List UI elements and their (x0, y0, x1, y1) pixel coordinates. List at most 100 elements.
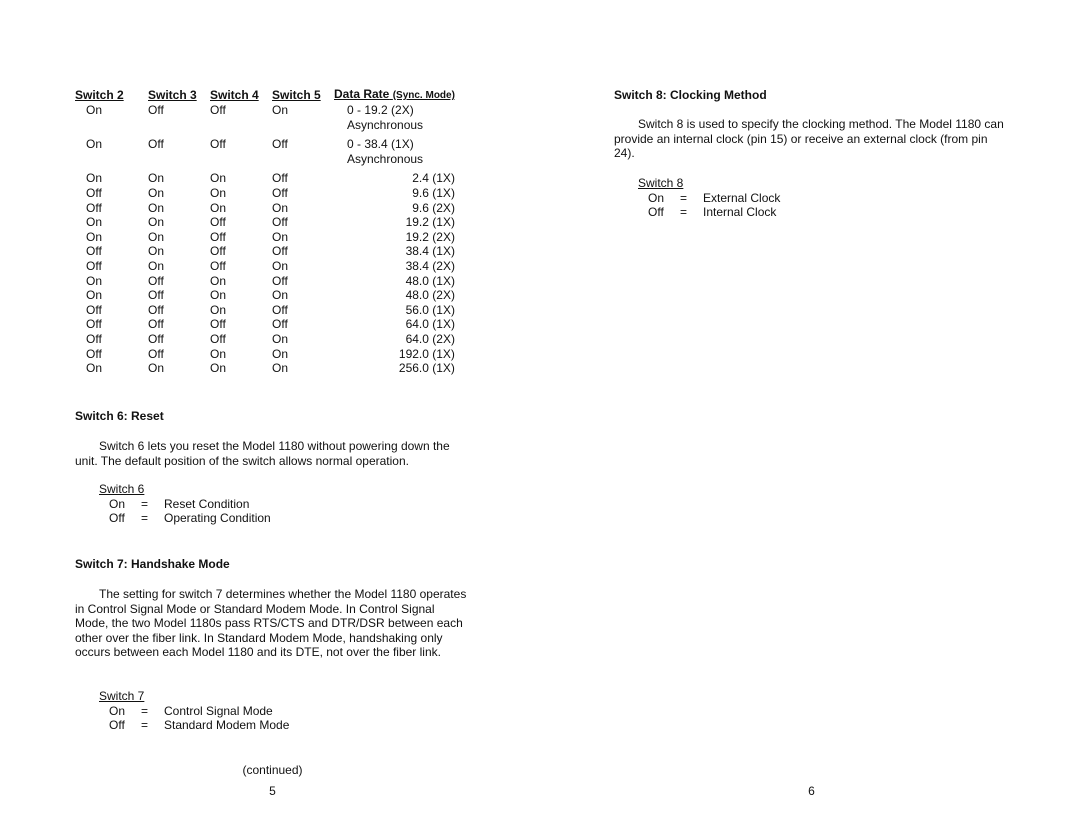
cell-s3: On (148, 361, 165, 376)
cell-s4: On (210, 171, 227, 186)
cell-s4: On (210, 288, 227, 303)
cell-s2: On (86, 288, 103, 303)
cell-s3: Off (148, 288, 164, 303)
legend-key: Off (648, 205, 664, 220)
cell-s5: On (272, 258, 289, 273)
cell-s3: Off (148, 317, 164, 332)
table-body: On Off Off On 0 - 19.2 (2X) Asynchronous On Off… (75, 103, 455, 376)
cell-s2: Off (86, 200, 102, 215)
legend-value: Internal Clock (703, 205, 777, 220)
cell-s5: Off (272, 171, 288, 186)
table-row: On Off Off Off 0 - 38.4 (1X) Asynchronous (75, 132, 455, 166)
cell-s5: On (272, 200, 289, 215)
table-row: Off On On On 9.6 (2X) (75, 201, 455, 216)
switch6-legend: Switch 6 On = Reset Condition Off = Oper… (99, 482, 271, 526)
cell-s3: On (148, 185, 165, 200)
cell-s2: On (86, 171, 103, 186)
switch8-legend: Switch 8 On = External Clock Off = Inter… (638, 176, 780, 220)
cell-s2: Off (86, 185, 102, 200)
legend-equals: = (141, 511, 149, 526)
header-switch-4: Switch 4 (210, 87, 259, 102)
switch6-paragraph: Switch 6 lets you reset the Model 1180 w… (75, 439, 450, 468)
cell-s4: On (210, 273, 227, 288)
cell-s5: On (272, 361, 289, 376)
table-row: Off Off Off On 64.0 (2X) (75, 332, 455, 347)
table-row: On On Off Off 19.2 (1X) (75, 215, 455, 230)
cell-s5: On (272, 288, 289, 303)
cell-s4: On (210, 185, 227, 200)
cell-s2: Off (86, 317, 102, 332)
legend-equals: = (141, 703, 149, 718)
table-row: On On On On 256.0 (1X) (75, 361, 455, 376)
cell-s4: On (210, 302, 227, 317)
legend-value: Operating Condition (164, 511, 271, 526)
cell-s5: Off (272, 215, 288, 230)
legend-equals: = (141, 496, 149, 511)
legend-key: On (109, 496, 126, 511)
continued-label: (continued) (242, 763, 303, 777)
switch7-heading: Switch 7: Handshake Mode (75, 557, 230, 571)
cell-s2: Off (86, 244, 102, 259)
cell-s2: Off (86, 302, 102, 317)
header-data-rate-label: Data Rate (334, 87, 390, 101)
cell-s3: On (148, 215, 165, 230)
legend-equals: = (141, 718, 149, 733)
switch7-legend: Switch 7 On = Control Signal Mode Off = … (99, 689, 289, 733)
header-switch-5: Switch 5 (272, 87, 321, 102)
legend-key: Off (109, 718, 125, 733)
rate-value: 0 - 38.4 (1X) (347, 137, 414, 152)
rate-value: 0 - 19.2 (2X) (347, 103, 414, 117)
cell-data-rate: 48.0 (2X) (405, 288, 455, 303)
cell-s2: Off (86, 346, 102, 361)
rate-note: Asynchronous (347, 117, 424, 132)
legend-row: Off = Internal Clock (638, 205, 780, 220)
header-switch-2: Switch 2 (75, 87, 124, 102)
table-row: On On On Off 2.4 (1X) (75, 166, 455, 186)
switch6-legend-title: Switch 6 (99, 482, 145, 496)
cell-data-rate: 19.2 (2X) (405, 229, 455, 244)
cell-data-rate: 9.6 (2X) (412, 200, 455, 215)
cell-s4: Off (210, 229, 226, 244)
cell-s5: Off (272, 244, 288, 259)
cell-s4: Off (210, 215, 226, 230)
cell-s5: On (272, 229, 289, 244)
cell-data-rate: 9.6 (1X) (412, 185, 455, 200)
legend-equals: = (680, 190, 688, 205)
legend-value: Standard Modem Mode (164, 718, 290, 733)
cell-data-rate: 19.2 (1X) (405, 215, 455, 230)
cell-s5: Off (272, 317, 288, 332)
switch6-heading: Switch 6: Reset (75, 409, 164, 423)
cell-s3: Off (148, 302, 164, 317)
legend-value: Control Signal Mode (164, 703, 273, 718)
cell-s4: Off (210, 331, 226, 346)
legend-key: On (648, 190, 665, 205)
header-data-rate: Data Rate (Sync. Mode) (334, 87, 455, 103)
cell-s3: On (148, 244, 165, 259)
cell-s5: Off (272, 302, 288, 317)
cell-data-rate: 192.0 (1X) (398, 346, 455, 361)
cell-s5: On (272, 103, 289, 117)
switch7-legend-title: Switch 7 (99, 689, 145, 703)
cell-s3: Off (148, 331, 164, 346)
legend-row: On = Reset Condition (99, 497, 271, 512)
table-row: Off Off Off Off 64.0 (1X) (75, 317, 455, 332)
legend-key: On (109, 703, 126, 718)
cell-s4: On (210, 200, 227, 215)
cell-data-rate: 38.4 (2X) (405, 258, 455, 273)
table-header-row: Switch 2 Switch 3 Switch 4 Switch 5 Data… (75, 87, 455, 103)
cell-s2: On (86, 361, 103, 376)
switch-data-rate-table: Switch 2 Switch 3 Switch 4 Switch 5 Data… (75, 87, 455, 376)
cell-s2: On (86, 137, 103, 152)
cell-s5: Off (272, 273, 288, 288)
cell-s2: On (86, 273, 103, 288)
cell-s4: On (210, 361, 227, 376)
cell-data-rate: 64.0 (2X) (405, 331, 455, 346)
table-row: On On Off On 19.2 (2X) (75, 230, 455, 245)
legend-row: On = External Clock (638, 191, 780, 206)
cell-s3: Off (148, 273, 164, 288)
cell-data-rate: 0 - 38.4 (1X) Asynchronous (334, 132, 455, 166)
cell-data-rate: 2.4 (1X) (412, 171, 455, 186)
cell-s2: On (86, 215, 103, 230)
cell-data-rate: 56.0 (1X) (405, 302, 455, 317)
cell-s4: Off (210, 244, 226, 259)
